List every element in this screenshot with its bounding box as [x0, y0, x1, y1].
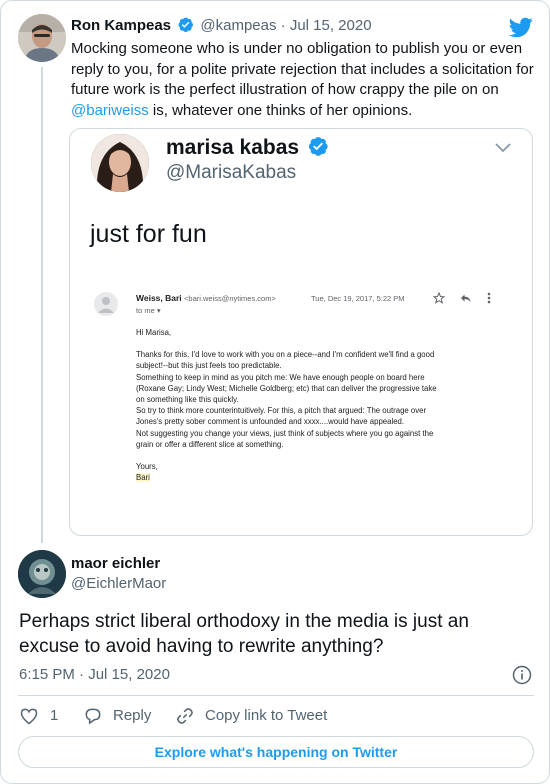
- avatar[interactable]: [91, 134, 149, 192]
- like-button[interactable]: 1: [19, 705, 63, 727]
- email-line: grain or offer a different slice at some…: [136, 439, 284, 449]
- author-name[interactable]: Ron Kampeas: [71, 17, 171, 34]
- separator-dot: ·: [79, 666, 85, 683]
- tweet-text-part: is, whatever one thinks of her opinions.: [148, 101, 413, 119]
- email-screenshot: Weiss, Bari <bari.weiss@nytimes.com> Tue…: [70, 279, 532, 535]
- tweet-date[interactable]: Jul 15, 2020: [290, 17, 372, 34]
- quoted-tweet-text: just for fun: [90, 220, 207, 248]
- reply-label: Reply: [113, 707, 152, 724]
- author-name[interactable]: maor eichler: [71, 554, 160, 574]
- email-recipient: to me ▾: [136, 306, 161, 315]
- mention-link[interactable]: @bariweiss: [71, 102, 149, 119]
- email-avatar: [94, 292, 118, 316]
- quoted-author-name-text: marisa kabas: [166, 136, 300, 159]
- email-sender-address: <bari.weiss@nytimes.com>: [184, 294, 276, 303]
- avatar[interactable]: [18, 550, 66, 598]
- explore-button[interactable]: Explore what's happening on Twitter: [18, 736, 534, 768]
- email-sender-name: Weiss, Bari: [136, 293, 182, 303]
- email-line: (Roxane Gay; Lindy West; Michelle Goldbe…: [136, 383, 437, 393]
- separator-dot: ·: [280, 17, 286, 34]
- email-line: Something to keep in mind as you pitch m…: [136, 372, 425, 382]
- tweet-text-part: Mocking someone who is under no obligati…: [71, 40, 534, 98]
- email-sender: Weiss, Bari <bari.weiss@nytimes.com>: [136, 293, 276, 304]
- email-line: Not suggesting you change your views, ju…: [136, 428, 434, 438]
- author-handle[interactable]: @EichlerMaor: [71, 574, 166, 594]
- info-icon[interactable]: [512, 665, 532, 690]
- email-line: subject!--but this just feels too predic…: [136, 361, 282, 371]
- email-line: on something like this quickly.: [136, 395, 239, 405]
- thread-line: [41, 67, 43, 543]
- more-vertical-icon: [487, 291, 491, 309]
- quoted-tweet[interactable]: marisa kabas @MarisaKabas just for fun W…: [69, 128, 533, 536]
- reply-button[interactable]: Reply: [83, 705, 163, 727]
- tweet-text: Mocking someone who is under no obligati…: [71, 39, 537, 121]
- tweet-timestamp[interactable]: 6:15 PM · Jul 15, 2020: [19, 665, 170, 685]
- tweet-text: Perhaps strict liberal orthodoxy in the …: [19, 611, 469, 657]
- star-icon: [432, 291, 446, 309]
- email-recipient-text: to me: [136, 306, 155, 315]
- heart-icon: [20, 708, 38, 725]
- quoted-author-name[interactable]: marisa kabas: [166, 135, 331, 164]
- tweet-embed-card: Ron Kampeas @kampeas · Jul 15, 2020 Mock…: [0, 0, 550, 784]
- divider: [18, 695, 534, 696]
- parent-tweet[interactable]: Ron Kampeas @kampeas · Jul 15, 2020 Mock…: [1, 1, 549, 543]
- email-date: Tue, Dec 19, 2017, 5:22 PM: [311, 294, 405, 303]
- email-line: So try to think more counterintuitively.…: [136, 406, 427, 416]
- email-body: Hi Marisa, Thanks for this. I'd love to …: [136, 327, 516, 483]
- avatar[interactable]: [18, 14, 66, 62]
- link-icon: [177, 708, 193, 724]
- tweet-time: 6:15 PM: [19, 666, 75, 683]
- reply-arrow-icon: [459, 291, 472, 309]
- tweet-date: Jul 15, 2020: [88, 666, 170, 683]
- reply-bubble-icon: [85, 708, 101, 725]
- verified-badge-icon: [307, 135, 329, 164]
- parent-tweet-header: Ron Kampeas @kampeas · Jul 15, 2020: [71, 16, 372, 39]
- chevron-down-icon[interactable]: [494, 141, 512, 159]
- copy-link-button[interactable]: Copy link to Tweet: [175, 705, 335, 727]
- twitter-bird-icon[interactable]: [508, 15, 533, 39]
- email-greeting: Hi Marisa,: [136, 328, 172, 337]
- verified-badge-icon: [177, 16, 194, 39]
- email-signature: Bari: [136, 473, 150, 483]
- copy-link-label: Copy link to Tweet: [205, 707, 328, 724]
- email-closing: Yours,: [136, 462, 158, 472]
- like-count: 1: [50, 707, 59, 724]
- quoted-author-handle[interactable]: @MarisaKabas: [166, 161, 296, 185]
- email-line: Thanks for this. I'd love to work with y…: [136, 350, 435, 360]
- email-line: Jones's pretty sober comment is unfounde…: [136, 417, 405, 427]
- author-handle[interactable]: @kampeas: [200, 17, 276, 34]
